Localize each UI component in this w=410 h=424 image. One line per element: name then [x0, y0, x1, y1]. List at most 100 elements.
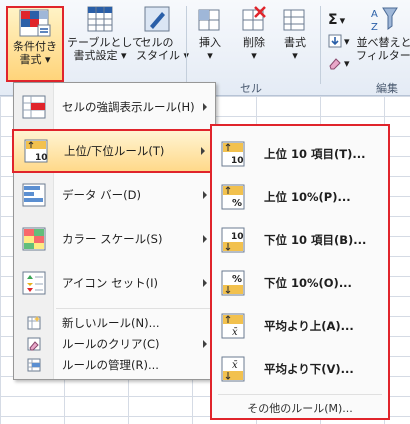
bottom-10-items-icon: 10: [218, 226, 248, 254]
submenu-arrow-icon: [203, 340, 207, 348]
menu-divider: [56, 308, 211, 309]
cell-styles-icon: [144, 6, 170, 32]
conditional-formatting-label-1: 条件付き: [13, 40, 57, 53]
fill-down-icon: [328, 34, 342, 48]
submenu-item-above-average[interactable]: x̄ 平均より上(A)...: [218, 306, 384, 346]
above-average-icon: x̄: [218, 312, 248, 340]
cell-styles-label-1: セルの: [140, 36, 174, 49]
color-scales-icon: [16, 225, 52, 253]
clear-rules-icon: [16, 336, 52, 352]
below-average-icon: x̄: [218, 355, 248, 383]
insert-cells-icon: [198, 9, 220, 31]
svg-text:A: A: [371, 9, 378, 20]
format-button[interactable]: 書式 ▾: [278, 4, 312, 62]
bottom-10-percent-icon: %: [218, 269, 248, 297]
conditional-formatting-icon: [19, 9, 51, 37]
format-as-table-icon: [87, 6, 113, 32]
submenu-item-more-rules[interactable]: その他のルール(M)...: [212, 400, 388, 416]
format-as-table-button[interactable]: テーブルとして 書式設定 ▾: [67, 4, 144, 62]
svg-text:x̄: x̄: [232, 360, 238, 371]
svg-text:10: 10: [231, 232, 244, 242]
editing-group-label: 編集: [376, 82, 398, 95]
top-10-percent-icon: %: [218, 183, 248, 211]
sort-filter-label-1: 並べ替えと: [356, 36, 410, 49]
ribbon-separator: [186, 6, 187, 84]
new-rule-icon: [16, 315, 52, 331]
menu-item-top-bottom-rules[interactable]: 10 上位/下位ルール(T): [12, 129, 213, 173]
sigma-icon: Σ: [328, 12, 338, 28]
insert-button[interactable]: 挿入 ▾: [192, 4, 228, 62]
delete-label: 削除: [243, 36, 265, 49]
menu-item-label: セルの強調表示ルール(H): [62, 100, 195, 114]
svg-text:Z: Z: [371, 22, 378, 33]
top-bottom-rules-submenu: 10 上位 10 項目(T)... % 上位 10%(P)... 10 下位 1…: [210, 124, 390, 420]
format-as-table-label-1: テーブルとして: [67, 36, 144, 49]
submenu-arrow-icon: [201, 147, 205, 155]
format-cells-icon: [283, 9, 305, 31]
submenu-item-label: 下位 10 項目(B)...: [264, 233, 367, 247]
menu-item-new-rule[interactable]: 新しいルール(N)...: [16, 313, 213, 333]
svg-text:%: %: [232, 198, 242, 209]
submenu-item-below-average[interactable]: x̄ 平均より下(V)...: [218, 349, 384, 389]
svg-text:%: %: [232, 274, 242, 285]
ribbon-separator: [320, 6, 321, 84]
cell-styles-label-2: スタイル ▾: [136, 49, 190, 62]
submenu-arrow-icon: [203, 279, 207, 287]
clear-dropdown-icon: ▾: [344, 56, 350, 70]
submenu-item-label: 平均より上(A)...: [264, 319, 354, 333]
menu-item-manage-rules[interactable]: ルールの管理(R)...: [16, 355, 213, 375]
menu-item-label: アイコン セット(I): [62, 276, 158, 290]
format-as-table-label-2: 書式設定 ▾: [73, 49, 127, 62]
highlight-cells-rules-icon: [16, 93, 52, 121]
delete-dropdown-icon: ▾: [251, 49, 257, 62]
top-bottom-rules-icon: 10: [18, 137, 54, 165]
top-10-items-icon: 10: [218, 140, 248, 168]
menu-item-label: カラー スケール(S): [62, 232, 163, 246]
menu-item-icon-sets[interactable]: アイコン セット(I): [16, 261, 213, 305]
menu-item-label: 上位/下位ルール(T): [64, 144, 165, 158]
submenu-item-top-10-percent[interactable]: % 上位 10%(P)...: [218, 177, 384, 217]
menu-item-label: データ バー(D): [62, 188, 141, 202]
conditional-formatting-menu: セルの強調表示ルール(H) 10 上位/下位ルール(T) データ バー(D) カ…: [12, 82, 216, 380]
menu-item-label: ルールの管理(R)...: [62, 358, 159, 372]
clear-button[interactable]: ▾: [328, 56, 350, 70]
svg-text:x̄: x̄: [232, 327, 238, 338]
icon-sets-icon: [16, 269, 52, 297]
svg-text:10: 10: [35, 153, 48, 163]
sort-filter-button[interactable]: A Z 並べ替えと フィルター ▾: [356, 4, 410, 62]
sort-filter-label-2: フィルター ▾: [356, 49, 410, 62]
insert-label: 挿入: [199, 36, 221, 49]
fill-dropdown-icon: ▾: [344, 34, 350, 48]
menu-item-data-bars[interactable]: データ バー(D): [16, 173, 213, 217]
submenu-item-top-10-items[interactable]: 10 上位 10 項目(T)...: [218, 134, 384, 174]
delete-button[interactable]: 削除 ▾: [236, 4, 272, 62]
data-bars-icon: [16, 181, 52, 209]
menu-item-color-scales[interactable]: カラー スケール(S): [16, 217, 213, 261]
conditional-formatting-label-2: 書式 ▾: [19, 53, 51, 66]
submenu-arrow-icon: [203, 191, 207, 199]
autosum-dropdown-icon: ▾: [339, 13, 346, 27]
submenu-item-label: 上位 10%(P)...: [264, 190, 351, 204]
submenu-item-label: 平均より下(V)...: [264, 362, 354, 376]
format-label: 書式: [284, 36, 306, 49]
conditional-formatting-button[interactable]: 条件付き 書式 ▾: [6, 6, 64, 82]
sort-filter-icon: A Z: [371, 7, 398, 33]
menu-item-highlight-cells-rules[interactable]: セルの強調表示ルール(H): [16, 85, 213, 129]
submenu-item-bottom-10-items[interactable]: 10 下位 10 項目(B)...: [218, 220, 384, 260]
svg-text:10: 10: [231, 156, 244, 166]
submenu-arrow-icon: [203, 103, 207, 111]
menu-item-label: ルールのクリア(C): [62, 337, 160, 351]
fill-button[interactable]: ▾: [328, 34, 350, 48]
submenu-item-label: 上位 10 項目(T)...: [264, 147, 366, 161]
submenu-divider: [218, 394, 382, 395]
menu-item-label: 新しいルール(N)...: [62, 316, 160, 330]
cell-styles-button[interactable]: セルの スタイル ▾: [136, 4, 190, 62]
insert-dropdown-icon: ▾: [207, 49, 213, 62]
submenu-item-bottom-10-percent[interactable]: % 下位 10%(O)...: [218, 263, 384, 303]
autosum-button[interactable]: Σ ▾: [328, 12, 345, 28]
eraser-icon: [329, 58, 341, 70]
delete-cells-icon: [242, 6, 266, 31]
menu-item-clear-rules[interactable]: ルールのクリア(C): [16, 334, 213, 354]
submenu-item-label: 下位 10%(O)...: [264, 276, 352, 290]
cells-group-label: セル: [240, 82, 262, 95]
